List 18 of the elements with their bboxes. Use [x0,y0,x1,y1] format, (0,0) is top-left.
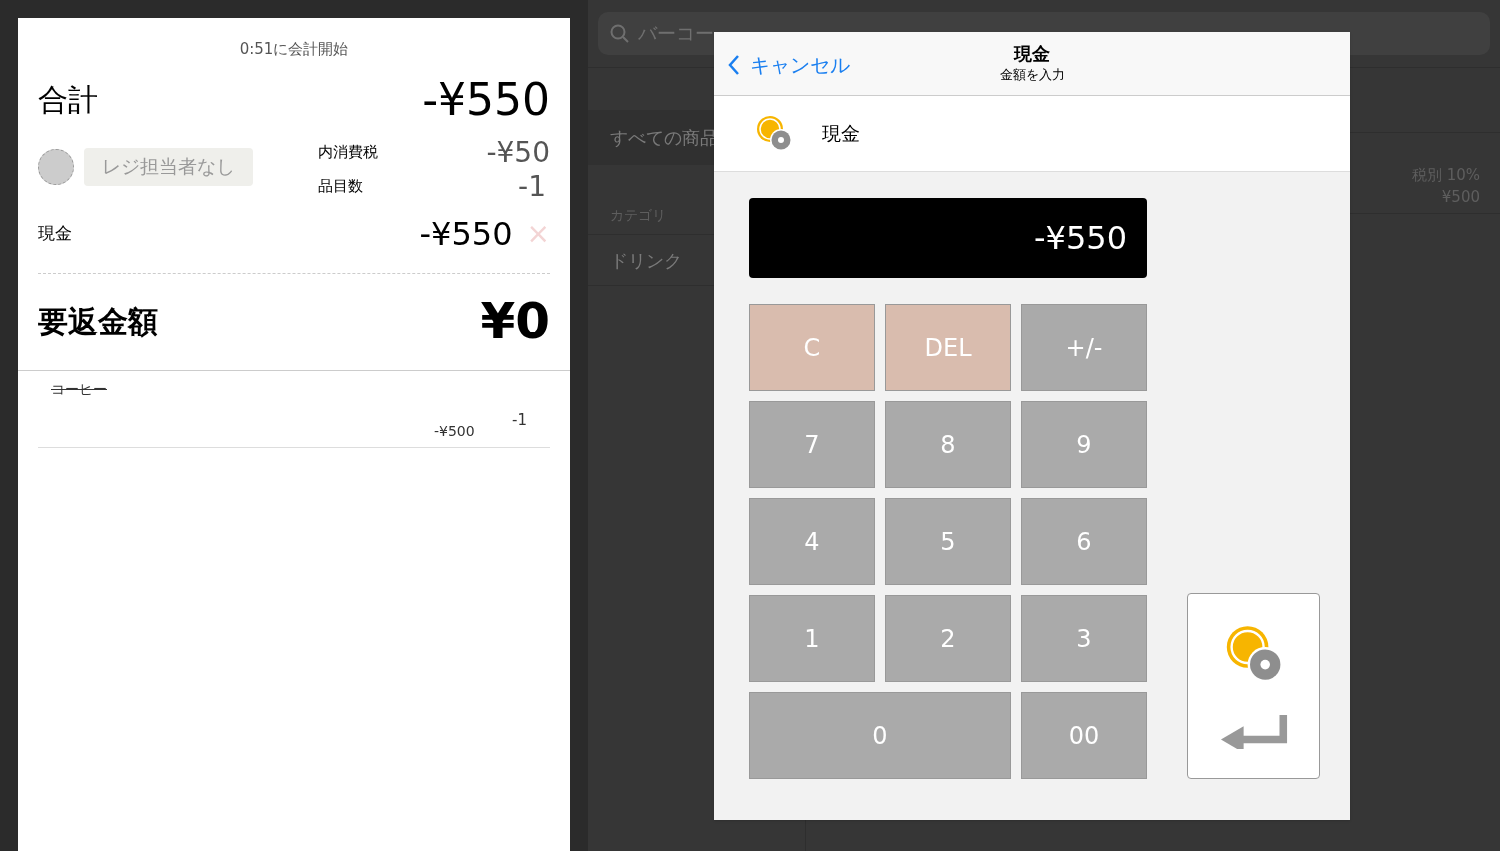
item-count-label: 品目数 [318,176,363,198]
dialog-title: 現金 [1014,42,1050,65]
total-label: 合計 [38,81,98,119]
tax-amount: -¥50 [486,134,550,171]
item-price: -¥500 [434,421,475,441]
item-name: コーヒー [51,379,107,399]
item-quantity: -1 [512,409,527,431]
tax-label: 内消費税 [318,142,378,164]
item-count: -1 [518,168,547,205]
change-label: 要返金額 [38,303,158,341]
payment-method-name: 現金 [822,121,860,147]
payment-amount: -¥550 [419,213,513,255]
total-amount: -¥550 [422,72,550,127]
payment-method: 現金 [38,221,73,245]
amount-display: -¥550 [749,198,1147,278]
dialog-subtitle: 金額を入力 [999,65,1065,84]
start-time: 0:51に会計開始 [239,40,349,58]
change-amount: ¥0 [480,291,550,352]
